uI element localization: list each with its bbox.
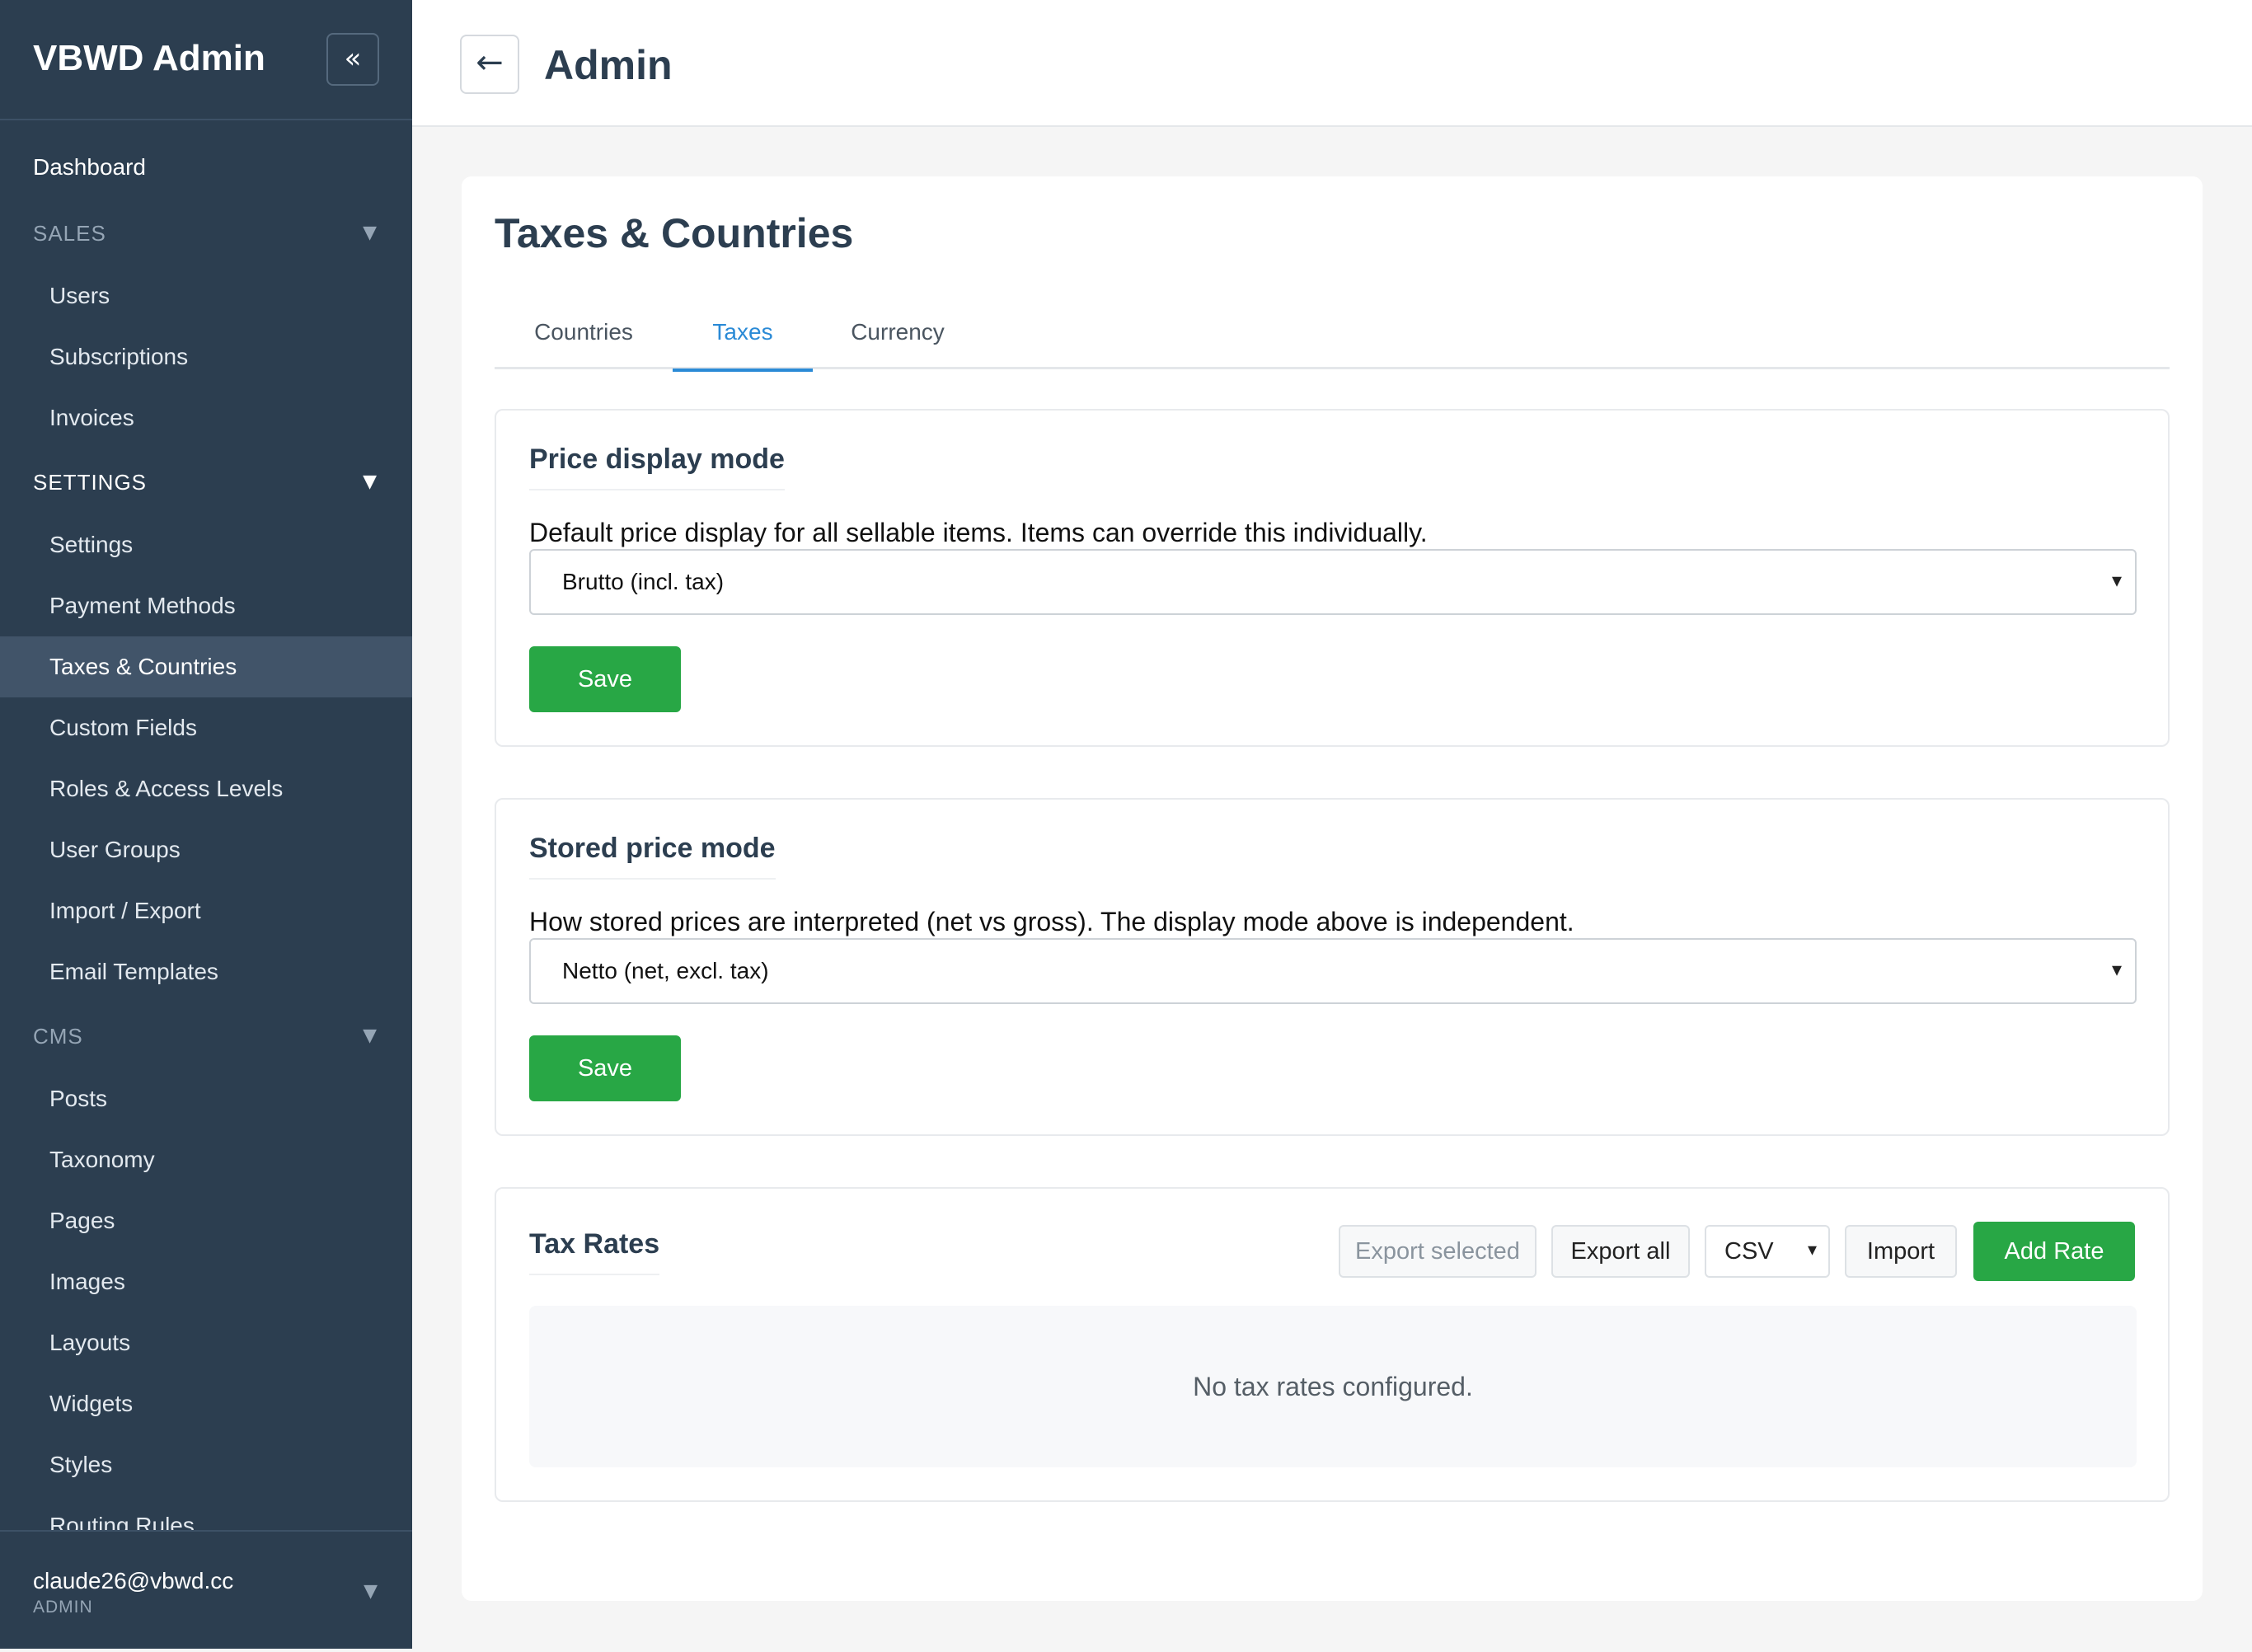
select-value: Netto (net, excl. tax) [562, 958, 769, 983]
sidebar-item-settings[interactable]: Settings [0, 514, 412, 575]
card-description: Default price display for all sellable i… [529, 518, 1428, 547]
sidebar-item-posts[interactable]: Posts [0, 1068, 412, 1129]
sidebar-item-dashboard[interactable]: Dashboard [0, 137, 412, 198]
add-rate-button[interactable]: Add Rate [1973, 1222, 2135, 1281]
select-value: CSV [1724, 1237, 1774, 1265]
sidebar-item-images[interactable]: Images [0, 1251, 412, 1312]
sidebar-item-layouts[interactable]: Layouts [0, 1312, 412, 1373]
header-title: Admin [544, 42, 673, 88]
sidebar-item-roles-access[interactable]: Roles & Access Levels [0, 758, 412, 819]
export-format-select[interactable]: CSV ▾ [1705, 1225, 1830, 1278]
export-selected-button[interactable]: Export selected [1339, 1225, 1537, 1278]
price-display-select[interactable]: Brutto (incl. tax) ▾ [529, 549, 2137, 615]
page-title: Taxes & Countries [495, 210, 854, 256]
export-all-button[interactable]: Export all [1551, 1225, 1690, 1278]
brand-title: VBWD Admin [33, 38, 265, 78]
sidebar-item-subscriptions[interactable]: Subscriptions [0, 326, 412, 387]
tab-bar: Countries Taxes Currency [495, 295, 2170, 372]
sidebar-item-widgets[interactable]: Widgets [0, 1373, 412, 1434]
select-value: Brutto (incl. tax) [562, 569, 725, 594]
stored-price-card: Stored price mode How stored prices are … [495, 798, 2170, 1136]
tab-currency[interactable]: Currency [813, 295, 983, 369]
tab-countries[interactable]: Countries [495, 295, 673, 369]
tax-rates-card: Tax Rates Export selected Export all CSV… [495, 1187, 2170, 1502]
user-menu[interactable]: claude26@vbwd.cc ADMIN ▼ [0, 1530, 412, 1649]
sidebar-section-sales[interactable]: SALES ▼ [0, 203, 412, 264]
price-display-card: Price display mode Default price display… [495, 409, 2170, 747]
chevron-down-icon: ▼ [363, 1025, 378, 1046]
sidebar-section-label: SETTINGS [33, 469, 148, 495]
sidebar-item-invoices[interactable]: Invoices [0, 387, 412, 448]
tab-taxes[interactable]: Taxes [673, 295, 813, 372]
import-button[interactable]: Import [1845, 1225, 1957, 1278]
stored-price-select[interactable]: Netto (net, excl. tax) ▾ [529, 938, 2137, 1004]
sidebar-item-email-templates[interactable]: Email Templates [0, 941, 412, 1002]
user-role: ADMIN [33, 1598, 93, 1617]
chevron-down-icon: ▾ [2111, 569, 2122, 592]
sidebar-item-payment-methods[interactable]: Payment Methods [0, 575, 412, 636]
back-button[interactable]: ← [460, 35, 519, 94]
sidebar-section-label: CMS [33, 1023, 83, 1049]
card-title: Price display mode [529, 444, 785, 490]
sidebar: VBWD Admin « Dashboard SALES ▼ Users Sub… [0, 0, 412, 1649]
main-panel: Taxes & Countries Countries Taxes Curren… [462, 176, 2203, 1601]
chevron-down-icon: ▾ [2111, 958, 2122, 981]
sidebar-item-users[interactable]: Users [0, 265, 412, 326]
chevron-down-icon: ▼ [363, 472, 378, 492]
card-title: Tax Rates [529, 1228, 660, 1275]
sidebar-header: VBWD Admin « [0, 0, 412, 120]
empty-state: No tax rates configured. [529, 1306, 2137, 1467]
sidebar-item-user-groups[interactable]: User Groups [0, 819, 412, 880]
collapse-sidebar-button[interactable]: « [326, 33, 379, 86]
card-description: How stored prices are interpreted (net v… [529, 907, 1574, 936]
chevron-down-icon: ▼ [363, 223, 378, 243]
sidebar-item-taxonomy[interactable]: Taxonomy [0, 1129, 412, 1190]
sidebar-item-styles[interactable]: Styles [0, 1434, 412, 1495]
sidebar-item-custom-fields[interactable]: Custom Fields [0, 697, 412, 758]
sidebar-section-cms[interactable]: CMS ▼ [0, 1006, 412, 1067]
sidebar-item-taxes-countries[interactable]: Taxes & Countries [0, 636, 412, 697]
save-button[interactable]: Save [529, 1035, 681, 1101]
user-email: claude26@vbwd.cc [33, 1568, 234, 1593]
sidebar-item-import-export[interactable]: Import / Export [0, 880, 412, 941]
sidebar-section-label: SALES [33, 220, 106, 246]
sidebar-section-settings[interactable]: SETTINGS ▼ [0, 452, 412, 513]
save-button[interactable]: Save [529, 646, 681, 712]
sidebar-item-pages[interactable]: Pages [0, 1190, 412, 1251]
chevron-down-icon: ▾ [1807, 1240, 1817, 1260]
top-header: ← Admin [412, 0, 2252, 127]
card-title: Stored price mode [529, 833, 776, 880]
chevron-down-icon: ▼ [364, 1581, 378, 1602]
